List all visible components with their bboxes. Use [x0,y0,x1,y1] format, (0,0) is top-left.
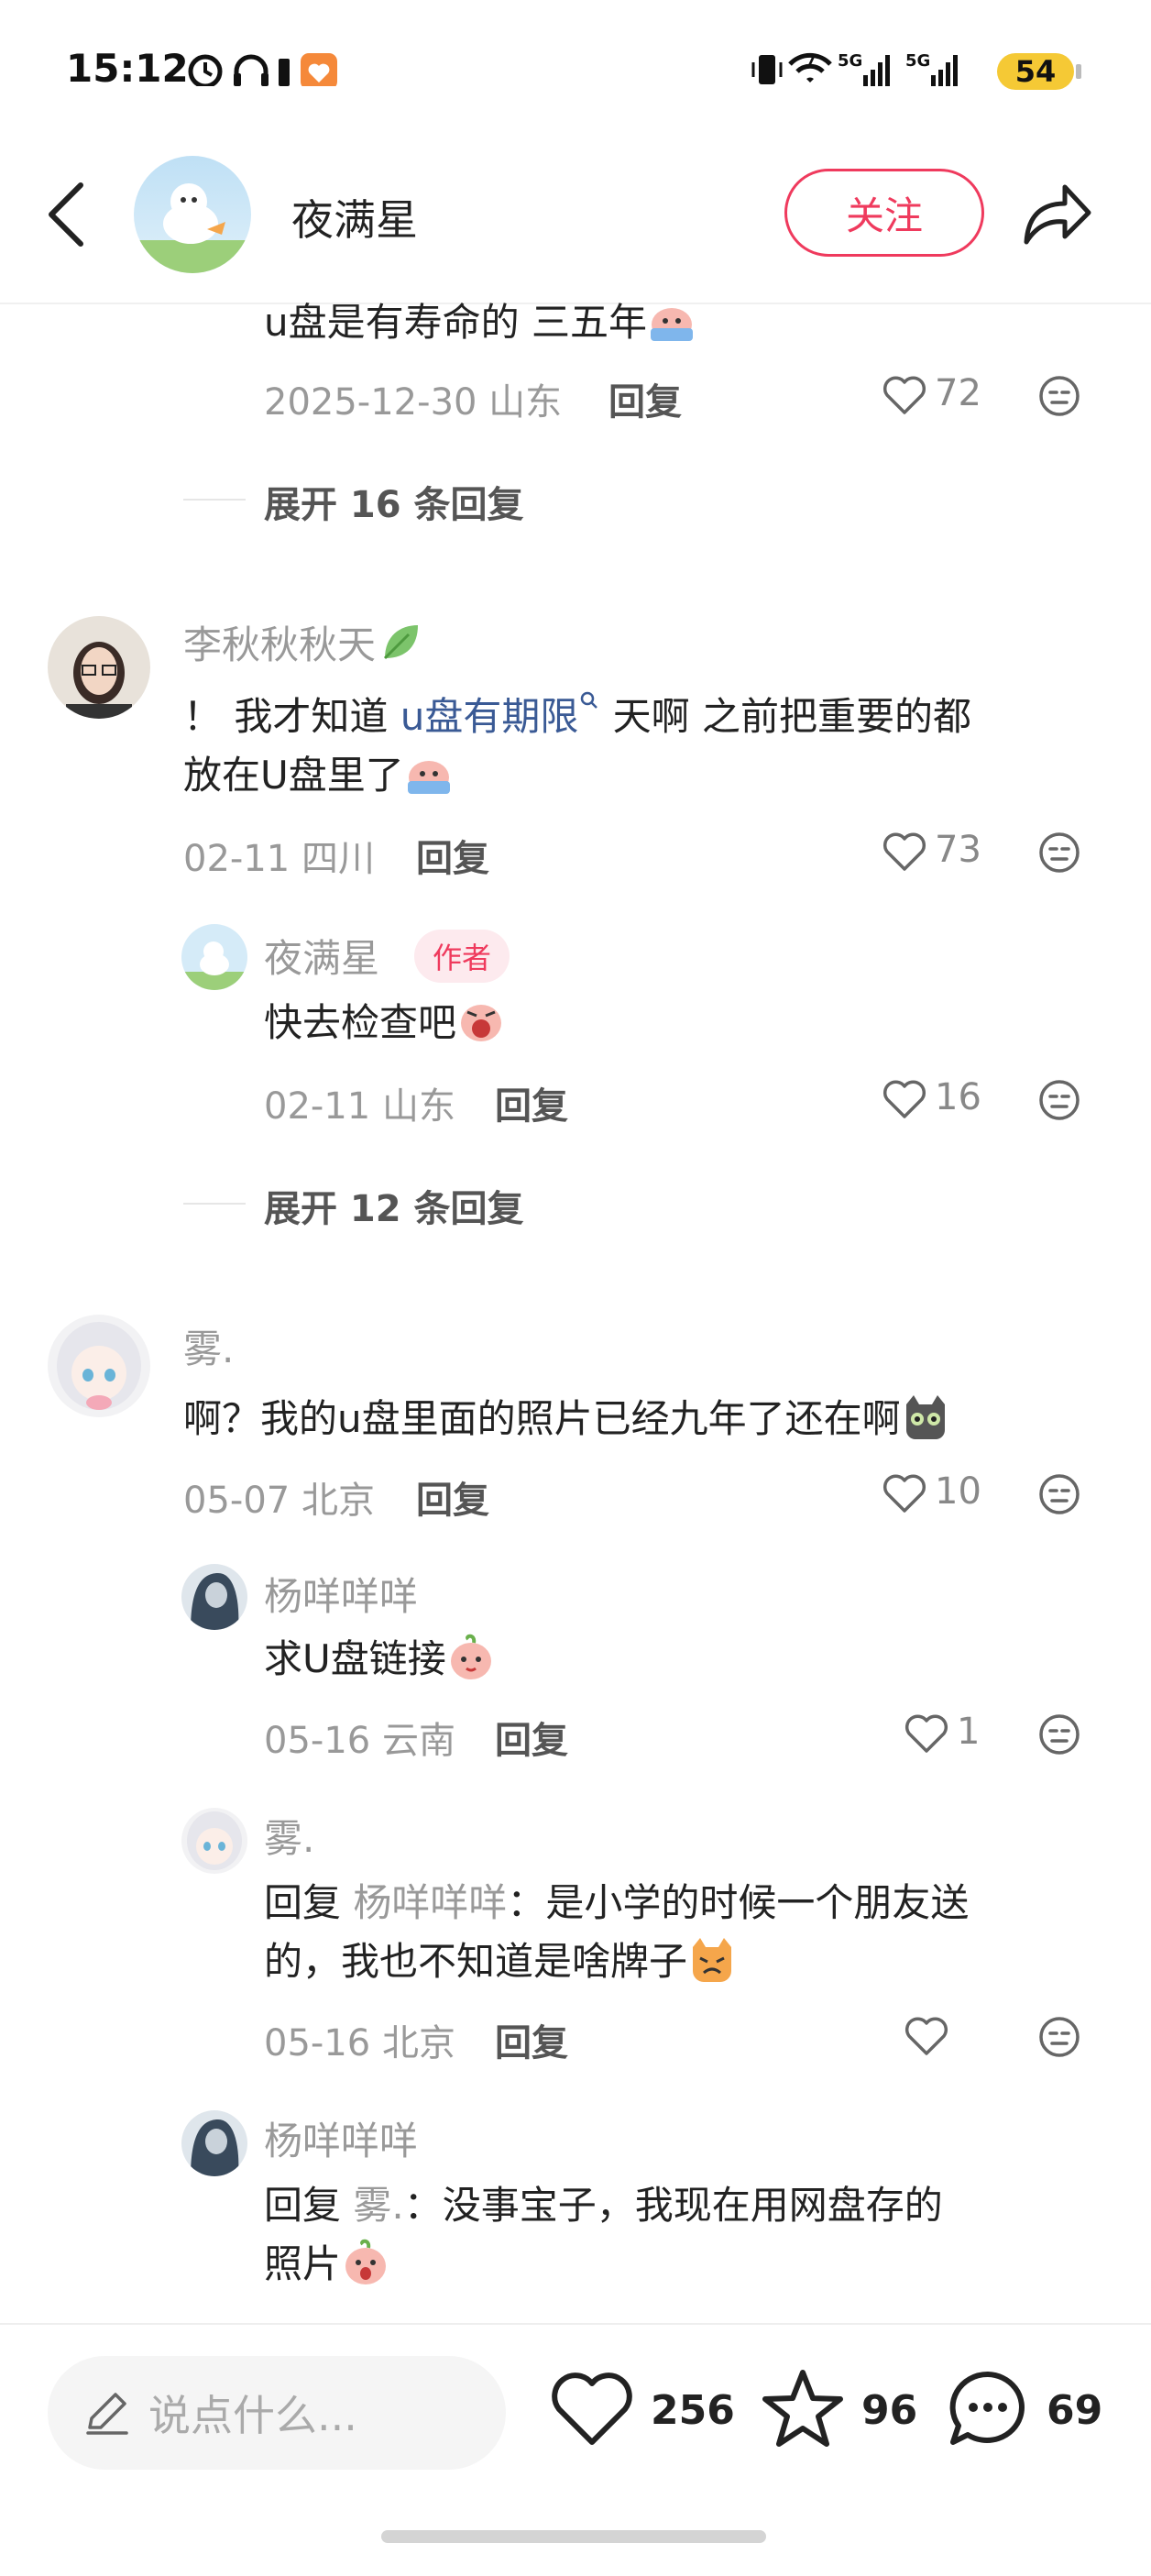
reply-text: 求U盘链接 [264,1630,496,1689]
reply-author-name[interactable]: 杨咩咩咩 [264,2110,418,2166]
avatar[interactable] [48,1315,150,1417]
like-count: 1 [957,1711,981,1753]
star-icon[interactable] [761,2367,845,2449]
comment-date-location: 2025-12-30 山东 [264,381,563,424]
leaf-icon [383,625,419,660]
reply-text: 回复 雾.：没事宝子，我现在用网盘存的 照片 [264,2183,943,2286]
expand-replies-button[interactable]: 展开 16 条回复 [264,475,524,528]
pencil-icon [86,2393,128,2435]
cat-emoji-icon [905,1395,945,1439]
avatar[interactable] [181,924,247,990]
shouting-emoji-icon [461,1005,502,1041]
follow-button[interactable]: 关注 [784,169,984,257]
reply-button[interactable]: 回复 [416,829,489,882]
like-count: 73 [935,829,981,871]
star-total: 96 [861,2387,918,2434]
status-time: 15:12 [66,46,189,91]
search-link[interactable]: u盘有期限 [400,694,579,739]
vibrate-icon [751,55,783,84]
reply-target[interactable]: 雾. [353,2183,403,2228]
battery-indicator: 54 [997,53,1074,90]
like-icon[interactable] [882,831,927,873]
comment-total: 69 [1047,2387,1103,2434]
like-icon[interactable] [904,2015,949,2057]
reply-button[interactable]: 回复 [495,1711,568,1764]
like-icon[interactable] [550,2371,634,2448]
back-icon[interactable] [44,180,90,249]
comment-text: 啊？我的u盘里面的照片已经九年了还在啊 [183,1390,950,1448]
like-icon[interactable] [904,1712,949,1755]
alarm-icon [188,54,223,86]
home-indicator[interactable] [381,2530,766,2543]
battery-small-icon [279,59,290,86]
dislike-icon[interactable] [1037,1712,1081,1756]
like-icon[interactable] [882,374,927,416]
expand-divider [183,499,246,501]
comment-text: ！ 我才知道 u盘有期限 天啊 之前把重要的都 放在U盘里了 [183,688,1100,805]
like-count: 72 [935,372,981,414]
author-avatar[interactable] [134,156,251,273]
crying-emoji-icon [650,308,693,341]
status-icons-right: 7 5G 5G [751,50,958,86]
commenter-name[interactable]: 雾. [183,1318,234,1374]
avatar[interactable] [181,2110,247,2176]
reply-text: 回复 杨咩咩咩：是小学的时候一个朋友送 的，我也不知道是啥牌子 [264,1880,970,1984]
status-icons-left [188,53,337,86]
reply-author-name[interactable]: 雾. [264,1808,314,1864]
reply-button[interactable]: 回复 [416,1470,489,1524]
signal-5g-icon-2: 5G [905,51,958,86]
reply-text: 快去检查吧 [264,994,506,1052]
commenter-name[interactable]: 李秋秋秋天 [183,614,425,670]
svg-text:7: 7 [806,50,817,68]
expand-replies-button[interactable]: 展开 12 条回复 [264,1179,524,1232]
like-count: 16 [935,1076,981,1118]
peach-emoji-icon [450,1634,491,1679]
avatar[interactable] [181,1808,247,1874]
like-icon[interactable] [882,1078,927,1120]
reply-author-name[interactable]: 杨咩咩咩 [264,1566,418,1622]
dislike-icon[interactable] [1037,374,1081,418]
reply-button[interactable]: 回复 [495,2013,568,2066]
signal-5g-icon-1: 5G [838,51,890,86]
reply-button[interactable]: 回复 [495,1076,568,1129]
reply-date-location: 02-11 山东 [264,1085,455,1128]
comment-date-location: 02-11 四川 [183,838,375,880]
reply-date-location: 05-16 北京 [264,2022,455,2064]
crying-emoji-icon [407,761,450,794]
battery-tip [1076,64,1081,79]
comment-input-placeholder: 说点什么... [148,2391,357,2440]
svg-text:5G: 5G [838,51,862,71]
svg-text:5G: 5G [905,51,930,71]
dislike-icon[interactable] [1037,1472,1081,1516]
avatar[interactable] [48,616,150,719]
angry-cat-emoji-icon [693,1938,732,1982]
dislike-icon[interactable] [1037,831,1081,875]
like-icon[interactable] [882,1472,927,1514]
comment-icon[interactable] [946,2367,1030,2449]
comment-date-location: 05-07 北京 [183,1480,375,1522]
like-total: 256 [651,2387,735,2434]
peach-shocked-emoji-icon [345,2239,387,2284]
reply-author-name[interactable]: 夜满星 [264,928,379,984]
author-name[interactable]: 夜满星 [291,187,418,248]
reply-target[interactable]: 杨咩咩咩 [353,1880,507,1925]
expand-divider [183,1203,246,1205]
like-count: 10 [935,1470,981,1513]
reply-date-location: 05-16 云南 [264,1720,455,1762]
app-notification-icon [301,53,337,86]
reply-button[interactable]: 回复 [608,372,682,425]
dislike-icon[interactable] [1037,2015,1081,2059]
comment-text: u盘是有寿命的 三五年 [264,293,696,352]
headphones-icon [234,54,269,86]
dislike-icon[interactable] [1037,1078,1081,1122]
avatar[interactable] [181,1564,247,1630]
author-badge: 作者 [414,930,510,983]
search-icon [581,691,598,709]
share-icon[interactable] [1019,180,1094,249]
comment-input[interactable]: 说点什么... [48,2356,506,2470]
